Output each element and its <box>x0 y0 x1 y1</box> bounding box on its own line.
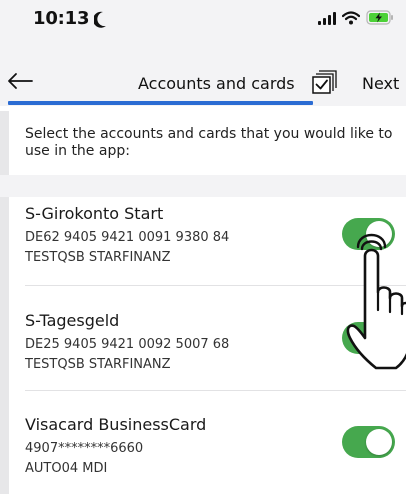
account-name: S-Tagesgeld <box>25 311 120 330</box>
account-item[interactable]: S-Girokonto Start DE62 9405 9421 0091 93… <box>25 204 385 266</box>
moon-icon <box>94 11 106 28</box>
account-toggle[interactable] <box>342 426 395 458</box>
pointing-hand-icon <box>346 233 406 370</box>
screen: 10:13 Accounts and cards Next Select the… <box>0 0 406 494</box>
left-margin-rule <box>0 111 9 494</box>
next-button[interactable]: Next <box>362 74 399 93</box>
intro-text: Select the accounts and cards that you w… <box>25 126 393 159</box>
account-name: S-Girokonto Start <box>25 204 164 223</box>
divider <box>25 390 406 391</box>
account-holder: AUTO04 MDI <box>25 461 108 476</box>
toggle-knob <box>366 429 392 455</box>
status-time: 10:13 <box>33 8 90 29</box>
account-item[interactable]: Visacard BusinessCard 4907********6660 A… <box>25 415 385 477</box>
signal-icon <box>318 11 336 25</box>
account-item[interactable]: S-Tagesgeld DE25 9405 9421 0092 5007 68 … <box>25 311 385 373</box>
account-holder: TESTQSB STARFINANZ <box>25 250 171 265</box>
account-number: DE25 9405 9421 0092 5007 68 <box>25 337 230 352</box>
wifi-icon <box>342 11 360 25</box>
status-bar: 10:13 <box>0 0 406 50</box>
battery-charging-icon <box>366 10 393 25</box>
page-title: Accounts and cards <box>138 74 295 93</box>
back-arrow-icon[interactable] <box>6 72 34 90</box>
nav-bar: Accounts and cards Next <box>0 50 406 106</box>
account-number: DE62 9405 9421 0091 9380 84 <box>25 230 230 245</box>
status-icons <box>318 10 394 25</box>
section-separator <box>0 175 406 197</box>
account-number: 4907********6660 <box>25 441 144 456</box>
account-holder: TESTQSB STARFINANZ <box>25 357 171 372</box>
account-name: Visacard BusinessCard <box>25 415 207 434</box>
select-all-icon[interactable] <box>312 68 338 94</box>
progress-bar <box>8 101 313 105</box>
